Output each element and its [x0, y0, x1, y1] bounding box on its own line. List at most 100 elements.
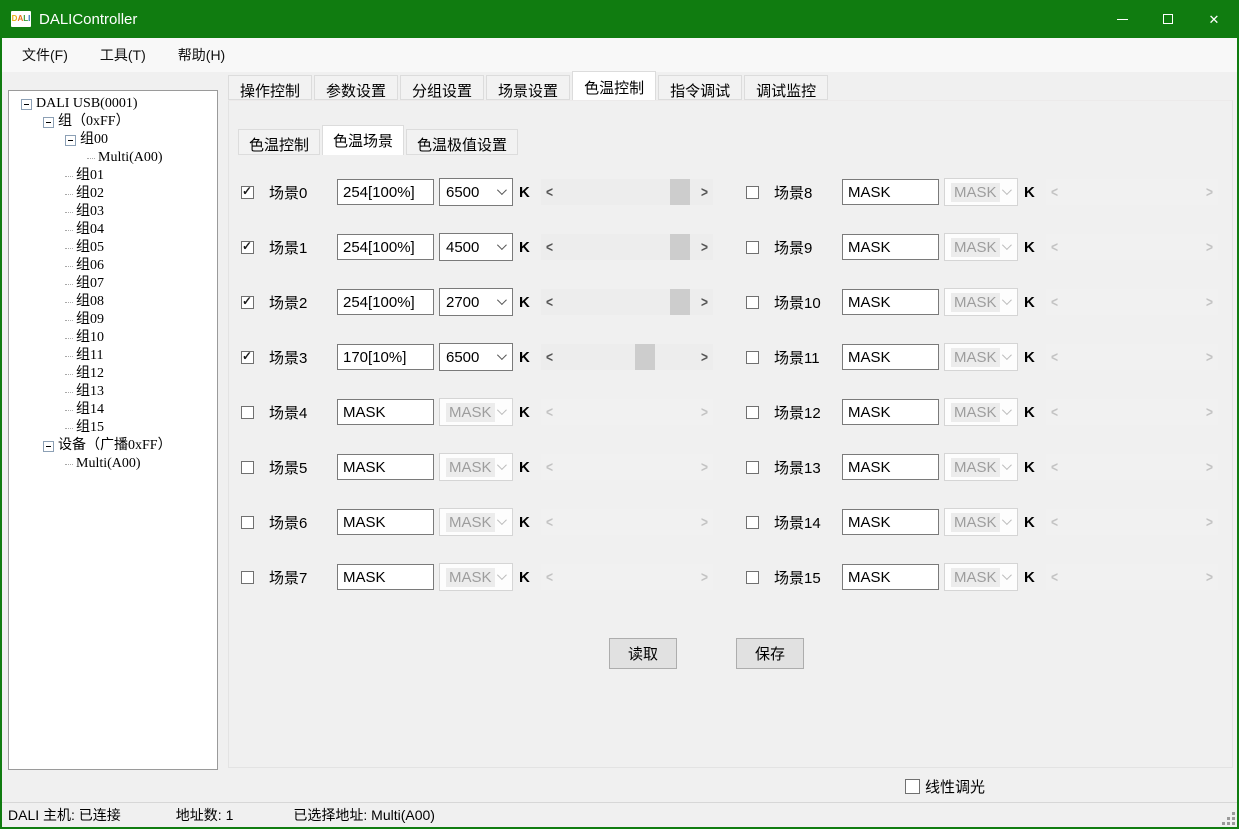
scroll-right-icon[interactable]: > — [1201, 561, 1218, 592]
scroll-left-icon[interactable]: < — [541, 231, 558, 262]
scene-scrollbar[interactable]: < > — [1046, 344, 1218, 370]
scroll-right-icon[interactable]: > — [1201, 451, 1218, 482]
scene-temp-dropdown[interactable]: 4500 — [439, 233, 513, 261]
scene-level-input[interactable] — [337, 564, 434, 590]
scene-level-input[interactable] — [842, 234, 939, 260]
scene-temp-dropdown[interactable]: MASK — [944, 398, 1018, 426]
scene-scrollbar[interactable]: < > — [541, 399, 713, 425]
scroll-right-icon[interactable]: > — [696, 231, 713, 262]
scroll-right-icon[interactable]: > — [696, 176, 713, 207]
linear-dimming-checkbox[interactable]: ✓ 线性调光 — [905, 776, 985, 797]
tab-调试监控[interactable]: 调试监控 — [744, 75, 828, 100]
scroll-right-icon[interactable]: > — [696, 506, 713, 537]
tab-色温控制[interactable]: 色温控制 — [572, 71, 656, 100]
tree-item[interactable]: 组（0xFF） — [9, 113, 217, 131]
scene-temp-dropdown[interactable]: 6500 — [439, 178, 513, 206]
scene-scrollbar[interactable]: < > — [1046, 289, 1218, 315]
tree-item[interactable]: 组07 — [9, 275, 217, 293]
scene-checkbox[interactable]: ✓ — [746, 241, 759, 254]
scroll-left-icon[interactable]: < — [1046, 451, 1063, 482]
scroll-left-icon[interactable]: < — [1046, 561, 1063, 592]
subtab-色温控制[interactable]: 色温控制 — [238, 129, 320, 155]
scene-scrollbar[interactable]: < > — [541, 289, 713, 315]
tab-操作控制[interactable]: 操作控制 — [228, 75, 312, 100]
maximize-button[interactable] — [1145, 0, 1191, 38]
scrollbar-thumb[interactable] — [670, 289, 690, 315]
scene-checkbox[interactable]: ✓ — [241, 461, 254, 474]
scene-level-input[interactable] — [842, 289, 939, 315]
scene-checkbox[interactable]: ✓ — [746, 571, 759, 584]
scene-scrollbar[interactable]: < > — [541, 344, 713, 370]
scroll-right-icon[interactable]: > — [1201, 231, 1218, 262]
scroll-left-icon[interactable]: < — [541, 451, 558, 482]
scroll-left-icon[interactable]: < — [1046, 231, 1063, 262]
scene-scrollbar[interactable]: < > — [541, 179, 713, 205]
scene-level-input[interactable] — [842, 509, 939, 535]
subtab-色温极值设置[interactable]: 色温极值设置 — [406, 129, 518, 155]
tree-item[interactable]: 组11 — [9, 347, 217, 365]
scroll-right-icon[interactable]: > — [1201, 176, 1218, 207]
scene-checkbox[interactable]: ✓ — [746, 351, 759, 364]
tree-item[interactable]: 组13 — [9, 383, 217, 401]
tree-item[interactable]: 组10 — [9, 329, 217, 347]
tree-item[interactable]: 组08 — [9, 293, 217, 311]
scene-temp-dropdown[interactable]: MASK — [439, 398, 513, 426]
scene-checkbox[interactable]: ✓ — [241, 571, 254, 584]
scroll-left-icon[interactable]: < — [1046, 286, 1063, 317]
scene-temp-dropdown[interactable]: MASK — [944, 178, 1018, 206]
scene-scrollbar[interactable]: < > — [541, 564, 713, 590]
scroll-left-icon[interactable]: < — [541, 561, 558, 592]
scroll-left-icon[interactable]: < — [1046, 176, 1063, 207]
scene-temp-dropdown[interactable]: MASK — [944, 563, 1018, 591]
scrollbar-thumb[interactable] — [635, 344, 655, 370]
tree-item[interactable]: Multi(A00) — [9, 455, 217, 473]
scene-level-input[interactable] — [842, 344, 939, 370]
scene-checkbox[interactable]: ✓ — [241, 186, 254, 199]
scene-level-input[interactable] — [337, 179, 434, 205]
scene-level-input[interactable] — [337, 454, 434, 480]
scene-scrollbar[interactable]: < > — [1046, 399, 1218, 425]
scene-level-input[interactable] — [842, 454, 939, 480]
scene-level-input[interactable] — [337, 399, 434, 425]
tree-item[interactable]: Multi(A00) — [9, 149, 217, 167]
scene-level-input[interactable] — [842, 564, 939, 590]
close-button[interactable]: ✕ — [1191, 0, 1237, 38]
scene-temp-dropdown[interactable]: MASK — [439, 508, 513, 536]
scene-scrollbar[interactable]: < > — [541, 234, 713, 260]
tree-item[interactable]: 组04 — [9, 221, 217, 239]
resize-grip-icon[interactable] — [1232, 822, 1235, 825]
scroll-right-icon[interactable]: > — [1201, 506, 1218, 537]
tree-item[interactable]: DALI USB(0001) — [9, 95, 217, 113]
tree-item[interactable]: 组15 — [9, 419, 217, 437]
subtab-色温场景[interactable]: 色温场景 — [322, 125, 404, 155]
scrollbar-thumb[interactable] — [670, 234, 690, 260]
collapse-icon[interactable] — [43, 441, 54, 452]
scroll-left-icon[interactable]: < — [1046, 341, 1063, 372]
scene-checkbox[interactable]: ✓ — [746, 296, 759, 309]
scene-temp-dropdown[interactable]: MASK — [944, 233, 1018, 261]
scroll-right-icon[interactable]: > — [696, 341, 713, 372]
tree-item[interactable]: 组12 — [9, 365, 217, 383]
tab-分组设置[interactable]: 分组设置 — [400, 75, 484, 100]
scroll-right-icon[interactable]: > — [696, 286, 713, 317]
scene-level-input[interactable] — [337, 234, 434, 260]
scroll-right-icon[interactable]: > — [696, 561, 713, 592]
scroll-right-icon[interactable]: > — [1201, 286, 1218, 317]
scene-temp-dropdown[interactable]: MASK — [944, 453, 1018, 481]
save-button[interactable]: 保存 — [736, 638, 804, 669]
tree-item[interactable]: 组01 — [9, 167, 217, 185]
scroll-left-icon[interactable]: < — [541, 341, 558, 372]
checkbox-box[interactable]: ✓ — [905, 779, 920, 794]
scene-level-input[interactable] — [337, 509, 434, 535]
menu-item[interactable]: 工具(T) — [98, 42, 148, 68]
scene-scrollbar[interactable]: < > — [1046, 454, 1218, 480]
tree-item[interactable]: 组03 — [9, 203, 217, 221]
collapse-icon[interactable] — [43, 117, 54, 128]
minimize-button[interactable] — [1099, 0, 1145, 38]
scroll-left-icon[interactable]: < — [1046, 506, 1063, 537]
collapse-icon[interactable] — [65, 135, 76, 146]
scene-checkbox[interactable]: ✓ — [241, 516, 254, 529]
scroll-left-icon[interactable]: < — [541, 286, 558, 317]
scene-temp-dropdown[interactable]: MASK — [944, 508, 1018, 536]
scene-level-input[interactable] — [842, 399, 939, 425]
